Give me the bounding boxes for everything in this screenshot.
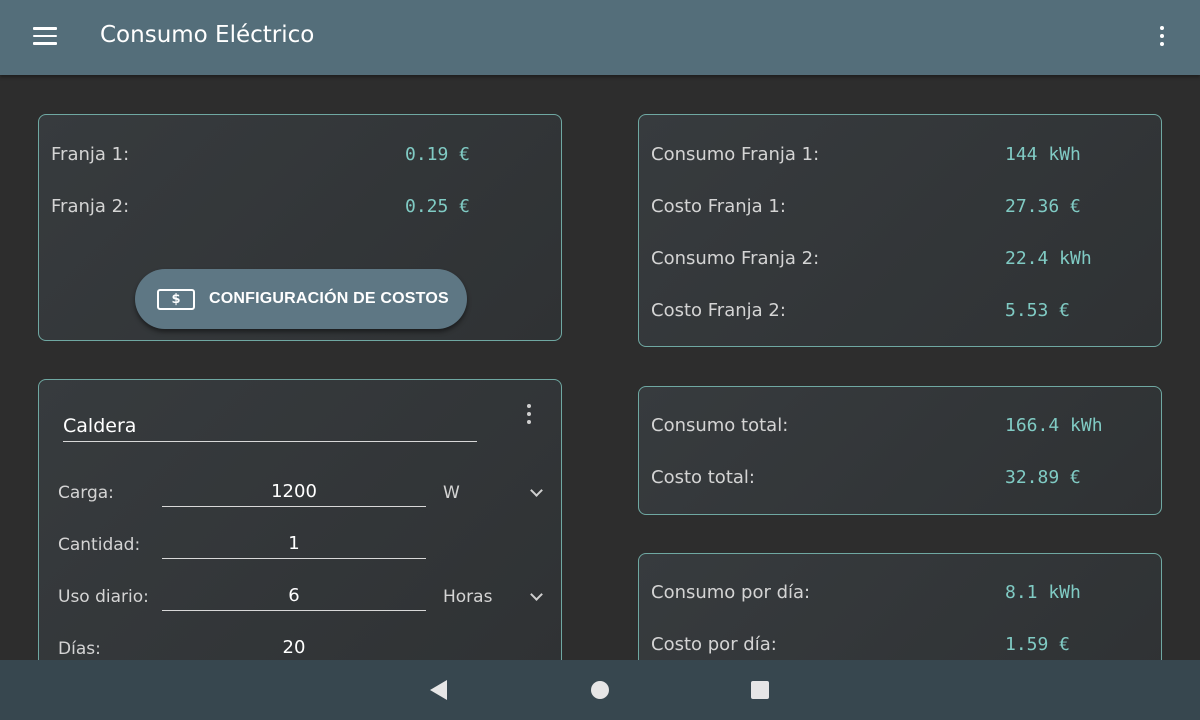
uso-diario-input[interactable] — [162, 581, 426, 611]
back-icon[interactable] — [430, 680, 447, 700]
costo-total-value: 32.89 € — [1005, 467, 1081, 488]
hamburger-menu-icon[interactable] — [33, 27, 57, 47]
device-card: Carga: W Cantidad: Uso diario: Horas Día… — [38, 379, 562, 679]
costo-total-label: Costo total: — [651, 467, 755, 488]
uso-diario-unit-value: Horas — [443, 587, 493, 607]
app-bar: Consumo Eléctrico — [0, 0, 1200, 75]
total-summary-card: Consumo total: 166.4 kWh Costo total: 32… — [638, 386, 1162, 515]
carga-unit-select[interactable]: W — [443, 483, 545, 503]
consumo-total-value: 166.4 kWh — [1005, 415, 1103, 436]
system-navigation-bar — [0, 660, 1200, 720]
consumo-franja1-value: 144 kWh — [1005, 144, 1081, 165]
costo-franja2-label: Costo Franja 2: — [651, 300, 786, 321]
costo-franja1-value: 27.36 € — [1005, 196, 1081, 217]
costo-por-dia-value: 1.59 € — [1005, 634, 1071, 655]
carga-input[interactable] — [162, 477, 426, 507]
cost-configuration-label: CONFIGURACIÓN DE COSTOS — [209, 290, 449, 307]
dias-label: Días: — [58, 639, 101, 659]
chevron-down-icon — [530, 588, 543, 601]
uso-diario-unit-select[interactable]: Horas — [443, 587, 545, 607]
franja2-cost-value: 0.25 € — [405, 196, 471, 217]
money-icon: $ — [157, 289, 195, 310]
consumo-total-label: Consumo total: — [651, 415, 789, 436]
cantidad-label: Cantidad: — [58, 535, 141, 555]
uso-diario-label: Uso diario: — [58, 587, 149, 607]
consumo-franja2-value: 22.4 kWh — [1005, 248, 1092, 269]
consumo-por-dia-label: Consumo por día: — [651, 582, 811, 603]
more-vert-icon[interactable] — [524, 404, 534, 424]
consumo-por-dia-value: 8.1 kWh — [1005, 582, 1081, 603]
carga-label: Carga: — [58, 483, 114, 503]
costo-franja2-value: 5.53 € — [1005, 300, 1071, 321]
recent-apps-icon[interactable] — [751, 681, 769, 699]
franja1-cost-value: 0.19 € — [405, 144, 471, 165]
more-vert-icon[interactable] — [1157, 26, 1167, 46]
cost-configuration-button[interactable]: $ CONFIGURACIÓN DE COSTOS — [135, 269, 467, 329]
consumo-franja2-label: Consumo Franja 2: — [651, 248, 820, 269]
franja2-label: Franja 2: — [51, 196, 130, 217]
franjas-summary-card: Consumo Franja 1: 144 kWh Costo Franja 1… — [638, 114, 1162, 347]
costo-franja1-label: Costo Franja 1: — [651, 196, 786, 217]
franja1-label: Franja 1: — [51, 144, 130, 165]
dias-input[interactable] — [162, 633, 426, 663]
carga-unit-value: W — [443, 483, 460, 503]
costo-por-dia-label: Costo por día: — [651, 634, 777, 655]
costs-card: Franja 1: 0.19 € Franja 2: 0.25 € $ CONF… — [38, 114, 562, 341]
chevron-down-icon — [530, 484, 543, 497]
home-icon[interactable] — [591, 681, 609, 699]
cantidad-input[interactable] — [162, 529, 426, 559]
app-title: Consumo Eléctrico — [100, 22, 315, 48]
device-name-input[interactable] — [63, 410, 477, 442]
consumo-franja1-label: Consumo Franja 1: — [651, 144, 820, 165]
